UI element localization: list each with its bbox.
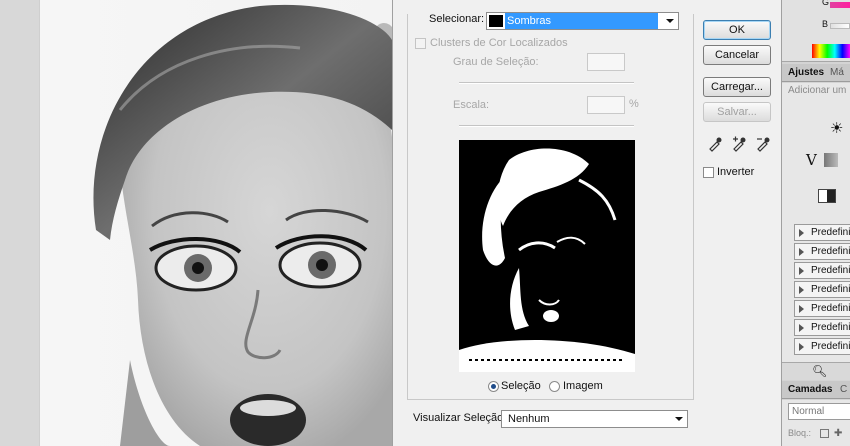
panel-footer: 🔍︎ [782,362,850,380]
preset-item[interactable]: Predefini [794,319,850,336]
channel-mixer-icon[interactable] [818,189,836,203]
color-swatch-black [489,15,503,27]
color-range-dialog: Selecionar: Sombras Clusters de Cor Loca… [392,0,782,446]
layers-tabbar: Camadas C [782,381,850,399]
lock-pixels-icon[interactable] [820,429,829,438]
fuzziness-label: Grau de Seleção: [453,56,539,68]
preset-item[interactable]: Predefini [794,224,850,241]
range-field[interactable] [587,96,625,114]
expand-triangle-icon [799,305,804,313]
tab-masks[interactable]: Má [830,67,844,78]
selection-preview [459,140,635,372]
select-label: Selecionar: [429,13,485,25]
preview-dropdown[interactable]: Nenhum [501,410,688,428]
cancel-button[interactable]: Cancelar [703,45,771,65]
range-unit: % [629,98,639,110]
preset-item[interactable]: Predefini [794,262,850,279]
expand-triangle-icon [799,248,804,256]
preset-label: Predefini [811,322,850,333]
brightness-icon[interactable]: ☀ [830,119,843,137]
preset-label: Predefini [811,227,850,238]
preset-label: Predefini [811,284,850,295]
color-channel-b-label: B [822,19,829,29]
color-channel-g-label: G [822,0,830,7]
vibrance-icon[interactable]: V [806,151,817,169]
preset-label: Predefini [811,265,850,276]
preset-label: Predefini [811,341,850,352]
eyedropper-minus-icon[interactable] [755,136,771,152]
color-panel: G B [782,0,850,62]
range-label: Escala: [453,99,490,111]
select-dropdown-value: Sombras [505,13,658,29]
invert-checkbox[interactable] [703,167,714,178]
portrait-photo [93,4,392,446]
localized-clusters-checkbox[interactable] [415,38,426,49]
lock-position-icon[interactable]: ✚ [834,428,842,439]
preview-dropdown-value: Nenhum [508,413,550,425]
expand-triangle-icon [799,343,804,351]
fuzziness-field[interactable] [587,53,625,71]
lock-label: Bloq.: [788,428,812,438]
expand-triangle-icon [799,286,804,294]
expand-triangle-icon [799,267,804,275]
preset-label: Predefini [811,303,850,314]
tab-adjustments[interactable]: Ajustes [788,67,824,78]
selection-radio[interactable] [488,381,499,392]
preview-label: Visualizar Seleção: [413,412,507,424]
photo-canvas[interactable] [0,0,392,446]
search-icon[interactable]: 🔍︎ [812,364,827,378]
range-slider[interactable] [459,125,634,127]
fuzziness-slider[interactable] [459,82,634,84]
expand-triangle-icon [799,229,804,237]
preset-label: Predefini [811,246,850,257]
localized-clusters-label: Clusters de Cor Localizados [430,37,568,49]
adjustments-tabbar: Ajustes Má [782,64,850,82]
eyedropper-plus-icon[interactable] [731,136,747,152]
preset-item[interactable]: Predefini [794,281,850,298]
layers-body: Normal Bloq.: ✚ [782,400,850,446]
blue-slider[interactable] [830,23,850,29]
selection-radio-label: Seleção [501,380,541,392]
color-balance-icon[interactable] [824,153,838,167]
preset-item[interactable]: Predefini [794,243,850,260]
image-radio[interactable] [549,381,560,392]
ok-button[interactable]: OK [703,20,771,40]
image-radio-label: Imagem [563,380,603,392]
preset-item[interactable]: Predefini [794,300,850,317]
chevron-down-icon [666,19,674,23]
side-panels: G B Ajustes Má Adicionar um ☀ V Predefin… [782,0,850,446]
chevron-down-icon [675,417,683,421]
blend-mode-value: Normal [792,406,825,417]
preset-item[interactable]: Predefini [794,338,850,355]
green-slider[interactable] [830,2,850,8]
select-dropdown[interactable]: Sombras [486,12,679,30]
blend-mode-dropdown[interactable]: Normal [788,403,850,420]
save-button[interactable]: Salvar... [703,102,771,122]
tab-layers[interactable]: Camadas [788,384,832,395]
adjustments-hint: Adicionar um [788,85,847,96]
color-spectrum-bar[interactable] [812,44,850,58]
invert-label: Inverter [717,166,755,178]
load-button[interactable]: Carregar... [703,77,771,97]
eyedropper-icon[interactable] [707,136,723,152]
expand-triangle-icon [799,324,804,332]
tab-channels[interactable]: C [840,384,847,395]
